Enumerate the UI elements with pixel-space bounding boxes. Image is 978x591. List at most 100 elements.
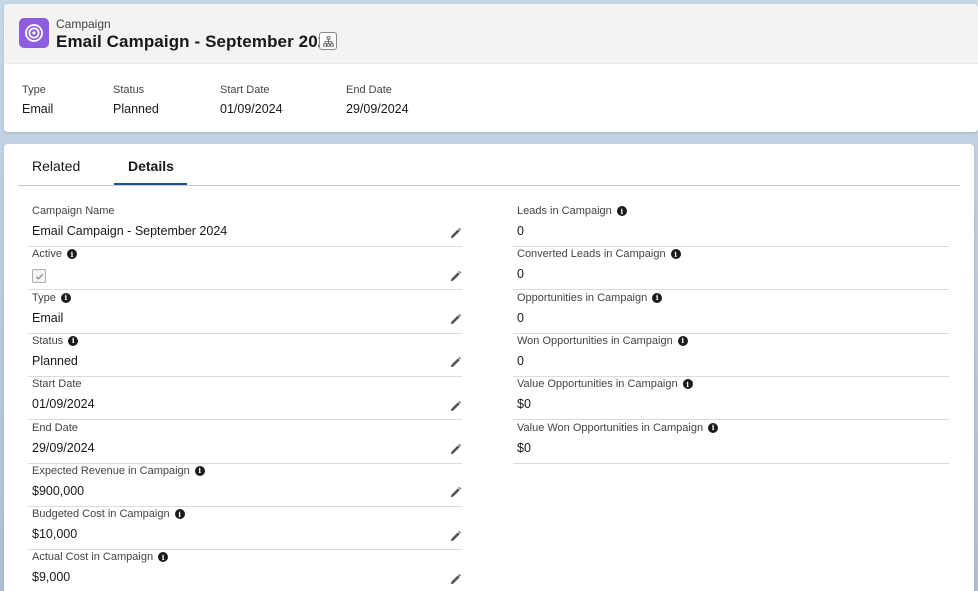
field-active: Active i [28, 247, 462, 291]
info-icon[interactable]: i [158, 552, 169, 563]
info-icon[interactable]: i [174, 509, 185, 520]
active-checkbox [32, 269, 46, 284]
field-value: $10,000 [32, 527, 78, 542]
field-value: 0 [517, 310, 524, 325]
field-value: Email Campaign - September 2024 [32, 224, 228, 238]
edit-pencil-icon[interactable] [448, 226, 462, 240]
field-converted-leads-in-campaign: Converted Leads in Campaign i 0 [513, 247, 949, 291]
info-icon[interactable]: i [66, 249, 77, 260]
edit-pencil-icon[interactable] [448, 443, 462, 457]
field-opportunities-in-campaign: Opportunities in Campaign i 0 [513, 291, 949, 334]
field-label: Type i [32, 292, 71, 304]
edit-pencil-icon[interactable] [448, 313, 462, 327]
field-value: Planned [32, 353, 78, 368]
field-label: Converted Leads in Campaign i [517, 248, 681, 260]
field-leads-in-campaign: Leads in Campaign i 0 [513, 204, 949, 247]
highlight-value: Email [22, 102, 54, 116]
field-label-text: Status [32, 334, 64, 347]
field-label-text: Type [32, 291, 56, 304]
highlight-label: Type [22, 84, 46, 96]
field-label-text: End Date [32, 421, 78, 434]
highlight-value: Planned [113, 102, 159, 116]
field-label: Status i [32, 334, 79, 347]
field-label: Active i [32, 248, 77, 260]
tab-related[interactable]: Related [32, 158, 80, 186]
field-value: $9,000 [32, 570, 71, 585]
field-end-date: End Date 29/09/2024 [28, 421, 462, 464]
edit-pencil-icon[interactable] [448, 572, 462, 586]
record-title: Email Campaign - September 2024 [56, 32, 337, 51]
field-label: Leads in Campaign i [517, 205, 627, 217]
field-value-opportunities-in-campaign: Value Opportunities in Campaign i $0 [513, 377, 949, 421]
field-label: Actual Cost in Campaign i [32, 551, 169, 564]
field-label-text: Converted Leads in Campaign [517, 248, 666, 261]
field-label: Start Date [32, 378, 82, 390]
info-icon[interactable]: i [670, 249, 681, 260]
field-label: Expected Revenue in Campaign i [32, 465, 205, 477]
field-label-text: Expected Revenue in Campaign [32, 464, 190, 477]
info-icon[interactable]: i [616, 206, 627, 216]
field-label: Budgeted Cost in Campaign i [32, 508, 185, 520]
field-label: End Date [32, 422, 78, 434]
field-status: Status i Planned [28, 334, 462, 377]
field-type: Type i Email [28, 291, 462, 334]
record-detail-card: Related Details Campaign Name Email Campa… [4, 144, 974, 591]
field-budgeted-cost-in-campaign: Budgeted Cost in Campaign i $10,000 [28, 507, 462, 551]
object-label: Campaign [56, 17, 111, 31]
highlight-value: 29/09/2024 [346, 102, 409, 116]
highlight-start-date: Start Date 01/09/2024 [220, 84, 283, 116]
field-value: Email [32, 310, 64, 325]
edit-pencil-icon[interactable] [448, 486, 462, 500]
info-icon[interactable]: i [60, 292, 71, 303]
field-label-text: Active [32, 248, 62, 261]
info-icon[interactable]: i [652, 292, 663, 303]
highlight-end-date: End Date 29/09/2024 [346, 84, 409, 116]
field-value: $0 [517, 397, 531, 412]
field-label-text: Start Date [32, 378, 82, 391]
highlight-label: Start Date [220, 84, 270, 96]
field-label-text: Opportunities in Campaign [517, 291, 648, 304]
field-label-text: Actual Cost in Campaign [32, 551, 154, 564]
record-header: Campaign Email Campaign - September 2024… [4, 4, 978, 132]
highlight-type: Type Email [22, 84, 53, 116]
field-label-text: Leads in Campaign [517, 205, 612, 217]
field-label-text: Won Opportunities in Campaign [517, 334, 673, 347]
info-icon[interactable]: i [677, 335, 688, 346]
field-label-text: Value Won Opportunities in Campaign [517, 421, 704, 434]
field-label: Opportunities in Campaign i [517, 291, 663, 304]
edit-pencil-icon[interactable] [448, 269, 462, 283]
field-won-opportunities-in-campaign: Won Opportunities in Campaign i 0 [513, 334, 949, 377]
highlight-label: Status [113, 84, 145, 96]
field-value: 0 [517, 267, 524, 282]
field-value: 0 [517, 353, 524, 368]
field-start-date: Start Date 01/09/2024 [28, 377, 462, 421]
record-header-top: Campaign Email Campaign - September 2024 [4, 4, 978, 64]
field-value-won-opportunities-in-campaign: Value Won Opportunities in Campaign i $0 [513, 421, 949, 464]
field-label-text: Campaign Name [32, 205, 115, 217]
field-value: $0 [517, 440, 531, 455]
field-label-text: Budgeted Cost in Campaign [32, 508, 170, 521]
info-icon[interactable]: i [68, 335, 79, 346]
edit-pencil-icon[interactable] [448, 356, 462, 370]
field-value: $900,000 [32, 483, 85, 498]
field-label-text: Value Opportunities in Campaign [517, 378, 678, 391]
hierarchy-icon [322, 35, 334, 47]
edit-pencil-icon[interactable] [448, 399, 462, 413]
view-hierarchy-button[interactable] [319, 32, 337, 50]
info-icon[interactable]: i [708, 422, 719, 433]
field-value: 01/09/2024 [32, 397, 95, 412]
highlight-value: 01/09/2024 [220, 102, 283, 116]
info-icon[interactable]: i [194, 465, 205, 476]
field-value: 29/09/2024 [32, 440, 95, 455]
info-icon[interactable]: i [682, 379, 693, 390]
campaign-target-icon [19, 18, 49, 48]
tab-details[interactable]: Details [128, 158, 174, 186]
highlight-status: Status Planned [113, 84, 159, 116]
field-campaign-name: Campaign Name Email Campaign - September … [28, 204, 462, 247]
edit-pencil-icon[interactable] [448, 529, 462, 543]
field-actual-cost-in-campaign: Actual Cost in Campaign i $9,000 [28, 550, 462, 591]
highlights-panel: Type Email Status Planned Start Date 01/… [4, 84, 978, 124]
field-label: Value Opportunities in Campaign i [517, 378, 693, 390]
highlight-label: End Date [346, 84, 392, 96]
field-label: Value Won Opportunities in Campaign i [517, 421, 719, 434]
